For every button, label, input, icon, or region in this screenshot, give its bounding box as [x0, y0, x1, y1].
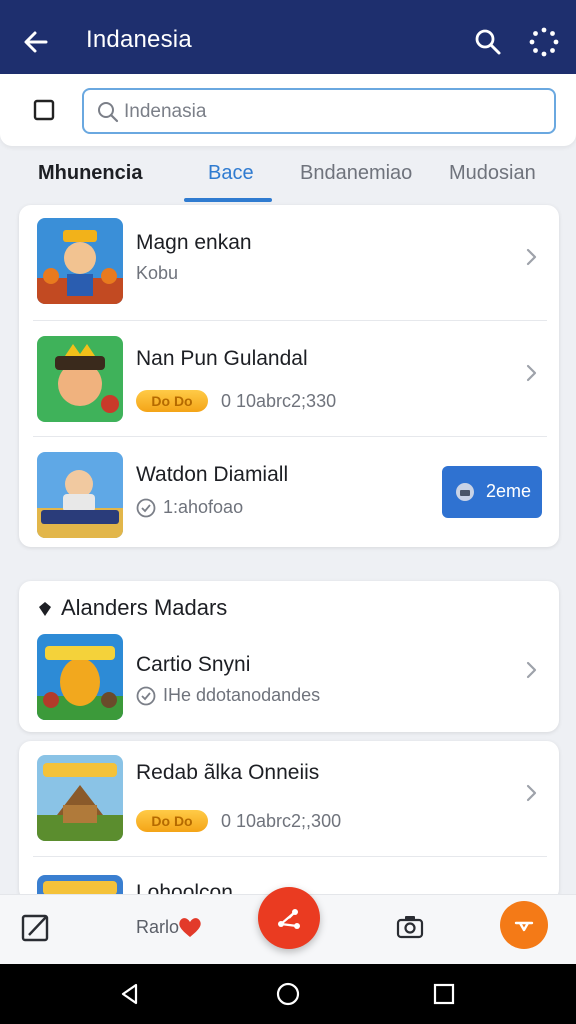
download-icon [456, 483, 474, 501]
app-name: Watdon Diamiall [136, 463, 289, 486]
divider [33, 856, 547, 857]
home-icon[interactable] [274, 980, 302, 1008]
list-item[interactable]: Redab ãlka Onneiis Do Do 0 10abrc2;,300 [19, 741, 559, 857]
app-meta: IHe ddotanodandes [163, 685, 321, 705]
chevron-right-icon [526, 248, 537, 266]
system-navigation-bar [0, 964, 576, 1024]
search-icon[interactable] [470, 24, 506, 60]
merge-fab-button[interactable] [500, 901, 548, 949]
share-fab-button[interactable] [258, 887, 320, 949]
shield-check-icon [136, 498, 156, 518]
app-name: Nan Pun Gulandal [136, 347, 308, 370]
heart-icon[interactable] [176, 913, 204, 941]
search-input[interactable] [124, 99, 544, 125]
nav-label[interactable]: Rarlo [136, 917, 179, 938]
app-bar: Indanesia [0, 8, 576, 74]
search-field[interactable] [82, 88, 556, 134]
app-meta: 0 10abrc2;,300 [221, 811, 342, 831]
search-icon [98, 102, 119, 123]
app-name: Magn enkan [136, 231, 252, 254]
merge-icon [514, 921, 534, 932]
recents-icon[interactable] [430, 980, 458, 1008]
chevron-right-icon [526, 661, 537, 679]
app-list-card: Magn enkan Kobu Nan Pun Gulandal Do Do 0… [19, 205, 559, 547]
list-item[interactable]: Cartio Snyni IHe ddotanodandes [19, 625, 559, 732]
search-bar-container [0, 74, 576, 146]
back-arrow-icon[interactable] [18, 24, 54, 60]
status-bar [0, 0, 576, 8]
chevron-right-icon [526, 364, 537, 382]
tab-mudosian[interactable]: Mudosian [449, 162, 536, 185]
app-meta: 0 10abrc2;330 [221, 391, 337, 411]
rating-badge: Do Do [136, 810, 208, 832]
app-meta: 1:ahofoao [163, 497, 244, 517]
app-name: Cartio Snyni [136, 653, 251, 676]
get-button-label: 2eme [486, 481, 532, 501]
section-title: Mhunencia [38, 162, 143, 184]
app-title: Indanesia [86, 26, 192, 53]
game-thumbnail [37, 634, 123, 720]
game-thumbnail [37, 336, 123, 422]
app-subtitle: Kobu [136, 263, 179, 283]
rating-badge: Do Do [136, 390, 208, 412]
app-name: Redab ãlka Onneiis [136, 761, 320, 784]
back-icon[interactable] [116, 980, 144, 1008]
game-thumbnail [37, 218, 123, 304]
tab-bace[interactable]: Bace [208, 162, 254, 185]
tab-bndanemiao[interactable]: Bndanemiao [300, 162, 412, 185]
settings-dots-icon[interactable] [526, 24, 562, 60]
edit-icon[interactable] [20, 911, 52, 943]
tab-bar: Mhunencia Bace Bndanemiao Mudosian [0, 148, 576, 204]
pin-icon [39, 602, 51, 616]
list-item[interactable]: Nan Pun Gulandal Do Do 0 10abrc2;330 [19, 321, 559, 437]
share-icon [278, 909, 300, 929]
section-title: Alanders Madars [61, 595, 228, 620]
active-tab-indicator [184, 198, 272, 202]
chevron-right-icon [526, 784, 537, 802]
app-list-card: Redab ãlka Onneiis Do Do 0 10abrc2;,300 … [19, 741, 559, 901]
shield-check-icon [136, 686, 156, 706]
game-thumbnail [37, 452, 123, 538]
get-button[interactable]: 2eme [442, 466, 542, 518]
checkbox-icon[interactable] [32, 98, 56, 122]
section-card: Alanders Madars Cartio Snyni IHe ddotano… [19, 581, 559, 732]
game-thumbnail [37, 755, 123, 841]
list-item[interactable]: Magn enkan Kobu [19, 205, 559, 321]
camera-icon[interactable] [394, 911, 426, 943]
